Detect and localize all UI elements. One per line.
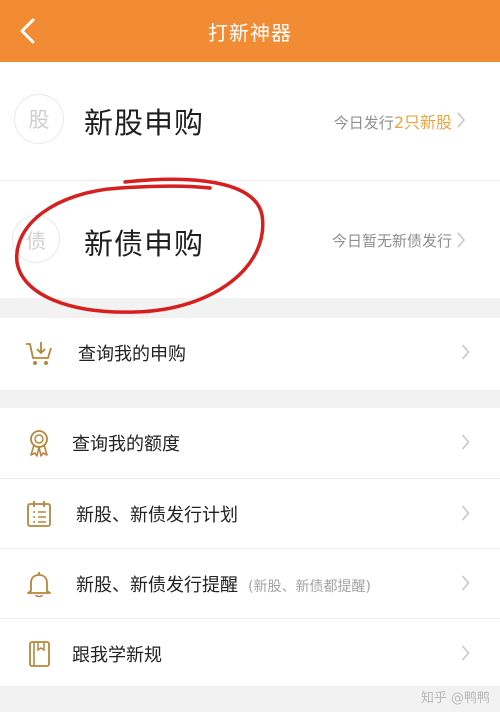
query-subscription-label: 查询我的申购 (78, 344, 186, 365)
back-button[interactable] (10, 14, 44, 48)
menu-group-subscriptions: 查询我的申购 (0, 318, 500, 390)
bell-icon (27, 572, 51, 598)
book-icon (29, 641, 50, 667)
new-bond-title: 新债申购 (84, 227, 205, 261)
new-stock-status: 今日发行2只新股 (334, 109, 452, 133)
issue-reminder-label: 新股、新债发行提醒 (新股、新债都提醒) (76, 571, 371, 597)
chevron-right-icon (457, 232, 466, 248)
calendar-list-icon (27, 501, 51, 527)
new-bond-status: 今日暂无新债发行 (331, 232, 452, 250)
new-stock-count: 2只新股 (393, 113, 452, 132)
new-stock-title: 新股申购 (84, 106, 205, 140)
bond-badge-icon: 债 (12, 215, 60, 263)
chevron-right-icon (461, 434, 470, 450)
learn-rules-label: 跟我学新规 (72, 645, 162, 666)
issue-plan-label: 新股、新债发行计划 (76, 505, 238, 526)
chevron-right-icon (461, 344, 470, 360)
menu-item-issue-reminder[interactable]: 新股、新债发行提醒 (新股、新债都提醒) (0, 548, 500, 618)
new-bond-subscription[interactable]: 债 新债申购 今日暂无新债发行 (0, 180, 500, 298)
new-stock-status-prefix: 今日发行 (333, 114, 394, 132)
chevron-right-icon (461, 575, 470, 591)
new-stock-subscription[interactable]: 股 新股申购 今日发行2只新股 (0, 62, 500, 180)
chevron-right-icon (461, 645, 470, 661)
ipo-section: 股 新股申购 今日发行2只新股 债 新债申购 今日暂无新债发行 (0, 62, 500, 298)
menu-item-query-subscription[interactable]: 查询我的申购 (0, 318, 500, 388)
menu-item-query-quota[interactable]: 查询我的额度 (0, 408, 500, 478)
issue-reminder-text: 新股、新债发行提醒 (76, 575, 238, 596)
menu-item-issue-plan[interactable]: 新股、新债发行计划 (0, 478, 500, 548)
menu-item-learn-rules[interactable]: 跟我学新规 (0, 618, 500, 688)
menu-group-tools: 查询我的额度 新股、新债发行计划 新股、新债发行提醒 (新股、新债都提醒) 跟我… (0, 408, 500, 686)
page-title: 打新神器 (208, 20, 292, 45)
shopping-cart-download-icon (26, 342, 52, 365)
watermark: 知乎 @鸭鸭 (420, 691, 490, 706)
stock-badge-icon: 股 (14, 94, 64, 144)
award-medal-icon (30, 430, 48, 457)
issue-reminder-note: (新股、新债都提醒) (248, 579, 371, 595)
chevron-right-icon (457, 112, 466, 128)
back-arrow-icon (20, 18, 35, 44)
app-header: 打新神器 (0, 0, 500, 62)
query-quota-label: 查询我的额度 (72, 434, 180, 455)
chevron-right-icon (461, 505, 470, 521)
